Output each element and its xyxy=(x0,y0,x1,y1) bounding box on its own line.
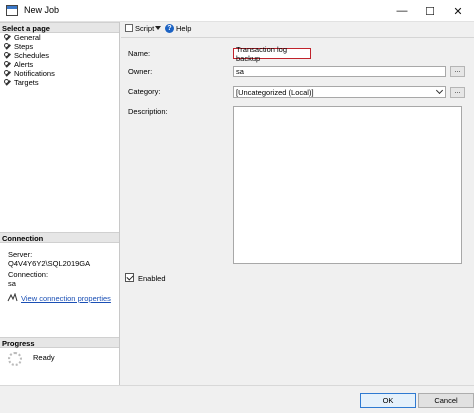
progress-header: Progress xyxy=(0,337,119,348)
wrench-icon xyxy=(4,79,11,86)
description-textarea[interactable] xyxy=(233,106,462,264)
page-item-label: Notifications xyxy=(14,69,55,78)
page-item-label: Alerts xyxy=(14,60,34,69)
wrench-icon xyxy=(4,43,11,50)
select-page-header: Select a page xyxy=(0,22,119,33)
page-item-label: General xyxy=(14,33,41,42)
minimize-button[interactable]: — xyxy=(388,2,416,20)
owner-input[interactable]: sa xyxy=(233,66,446,77)
page-item-notifications[interactable]: Notifications xyxy=(4,69,55,78)
page-item-label: Steps xyxy=(14,42,34,51)
name-label: Name: xyxy=(128,49,151,58)
category-selected-value: [Uncategorized (Local)] xyxy=(236,87,314,97)
maximize-button[interactable]: ☐ xyxy=(416,2,444,20)
enabled-checkbox[interactable] xyxy=(125,273,134,282)
progress-spinner-icon xyxy=(8,352,22,366)
page-item-targets[interactable]: Targets xyxy=(4,78,39,87)
server-label: Server: xyxy=(8,250,33,259)
category-browse-button[interactable]: ... xyxy=(450,87,465,98)
job-name-input[interactable]: Transaction log backup xyxy=(233,45,311,63)
connection-header: Connection xyxy=(0,232,119,243)
app-window-icon xyxy=(6,5,18,16)
progress-status: Ready xyxy=(33,353,55,362)
script-icon[interactable] xyxy=(125,24,133,32)
wrench-icon xyxy=(4,52,11,59)
enabled-label: Enabled xyxy=(138,274,166,283)
server-value: Q4V4Y6Y2\SQL2019GA xyxy=(8,259,91,268)
owner-label: Owner: xyxy=(128,67,153,76)
cancel-button[interactable]: Cancel xyxy=(418,393,474,408)
close-button[interactable]: ✕ xyxy=(444,2,472,20)
connection-label: Connection: xyxy=(8,270,49,279)
wrench-icon xyxy=(4,61,11,68)
category-label: Category: xyxy=(128,87,161,96)
script-dropdown-caret-icon[interactable] xyxy=(155,26,161,30)
help-icon[interactable]: ? xyxy=(165,24,174,33)
description-label: Description: xyxy=(128,107,168,116)
page-item-schedules[interactable]: Schedules xyxy=(4,51,49,60)
page-item-label: Schedules xyxy=(14,51,50,60)
category-select[interactable]: [Uncategorized (Local)] xyxy=(233,86,446,98)
page-item-label: Targets xyxy=(14,78,39,87)
script-button[interactable]: Script xyxy=(135,24,154,33)
window-title: New Job xyxy=(24,5,60,15)
wrench-icon xyxy=(4,34,11,41)
ok-button[interactable]: OK xyxy=(360,393,416,408)
wrench-icon xyxy=(4,70,11,77)
connection-value: sa xyxy=(8,279,16,288)
page-item-alerts[interactable]: Alerts xyxy=(4,60,33,69)
page-item-general[interactable]: General xyxy=(4,33,41,42)
help-button[interactable]: Help xyxy=(176,24,191,33)
chevron-down-icon xyxy=(435,86,444,95)
owner-browse-button[interactable]: ... xyxy=(450,66,465,77)
view-connection-properties-link[interactable]: View connection properties xyxy=(21,294,111,303)
page-item-steps[interactable]: Steps xyxy=(4,42,33,51)
connection-properties-icon[interactable] xyxy=(7,293,18,302)
